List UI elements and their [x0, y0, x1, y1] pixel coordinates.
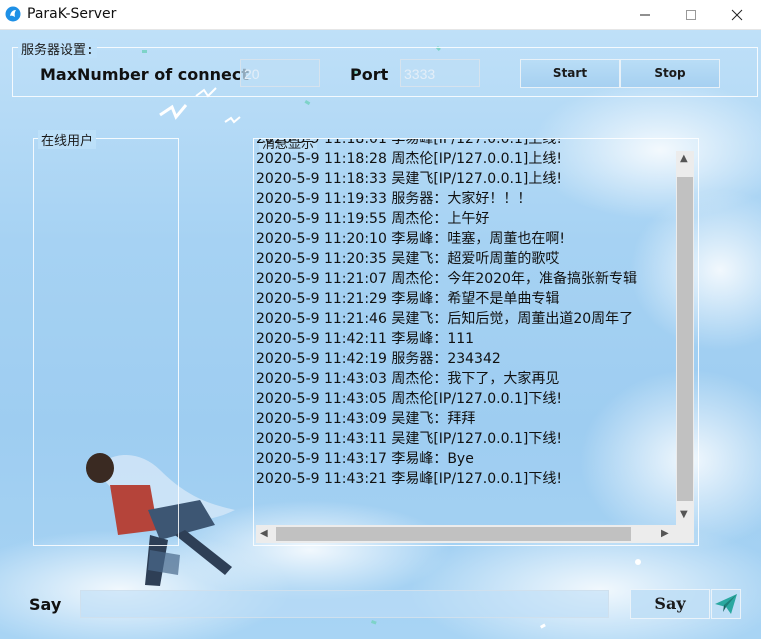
- message-line: 2020-5-9 11:43:21 李易峰[IP/127.0.0.1]下线!: [256, 471, 562, 487]
- message-line: 2020-5-9 11:20:10 李易峰：哇塞，周董也在啊!: [256, 231, 565, 247]
- vertical-scrollbar[interactable]: ▲ ▼: [676, 151, 694, 525]
- port-input[interactable]: 3333: [400, 59, 480, 87]
- message-line: 2020-5-9 11:21:46 吴建飞：后知后觉，周董出道20周年了: [256, 311, 634, 327]
- app-window: ParaK-Server 服务器设置: MaxNumber of connect…: [0, 0, 761, 639]
- client-area: 服务器设置: MaxNumber of connect 20 Port 3333…: [0, 30, 761, 639]
- close-icon: [731, 9, 743, 21]
- scrollbar-corner: [676, 525, 694, 543]
- say-input[interactable]: [80, 590, 609, 618]
- message-line: 2020-5-9 11:19:55 周杰伦：上午好: [256, 211, 490, 227]
- message-line: 2020-5-9 11:43:09 吴建飞：拜拜: [256, 411, 476, 427]
- title-bar[interactable]: ParaK-Server: [0, 0, 761, 30]
- max-connections-label: MaxNumber of connect: [40, 65, 250, 84]
- start-button[interactable]: Start: [520, 59, 620, 88]
- online-users-list[interactable]: 在线用户: [33, 130, 179, 546]
- server-settings-legend: 服务器设置:: [18, 39, 97, 58]
- message-line: 2020-5-9 11:18:28 周杰伦[IP/127.0.0.1]上线!: [256, 151, 562, 167]
- message-line: 2020-5-9 11:42:19 服务器：234342: [256, 351, 501, 367]
- scroll-right-icon[interactable]: ▶: [661, 528, 669, 539]
- window-title: ParaK-Server: [27, 6, 117, 22]
- message-line: 2020-5-9 11:43:17 李易峰：Bye: [256, 451, 474, 467]
- message-line: 2020-5-9 11:21:07 周杰伦：今年2020年，准备搞张新专辑: [256, 271, 637, 287]
- send-button[interactable]: [711, 589, 741, 619]
- message-line: 2020-5-9 11:19:33 服务器：大家好！！！: [256, 191, 532, 207]
- scroll-left-icon[interactable]: ◀: [260, 528, 268, 539]
- say-button[interactable]: Say: [630, 589, 710, 619]
- max-connections-input[interactable]: 20: [240, 59, 320, 87]
- horizontal-scrollbar[interactable]: ◀ ▶: [256, 525, 676, 543]
- online-users-legend: 在线用户: [38, 130, 97, 149]
- app-logo-icon: [5, 6, 21, 22]
- maximize-button[interactable]: [668, 0, 714, 29]
- minimize-button[interactable]: [622, 0, 668, 29]
- horizontal-scroll-thumb[interactable]: [276, 527, 631, 541]
- stop-button[interactable]: Stop: [620, 59, 720, 88]
- scroll-down-icon[interactable]: ▼: [680, 509, 688, 520]
- message-line: 2020-5-9 11:43:03 周杰伦：我下了，大家再见: [256, 371, 560, 387]
- message-line: 2020-5-9 11:43:05 周杰伦[IP/127.0.0.1]下线!: [256, 391, 562, 407]
- paper-plane-icon: [715, 594, 737, 614]
- message-line: 2020-5-9 11:20:35 吴建飞：超爱听周董的歌哎: [256, 251, 560, 267]
- scroll-up-icon[interactable]: ▲: [680, 153, 688, 164]
- close-button[interactable]: [714, 0, 760, 29]
- message-line: 2020-5-9 11:21:29 李易峰：希望不是单曲专辑: [256, 291, 560, 307]
- message-list[interactable]: 2020-5-9 11:18:01 李易峰[IP/127.0.0.1]上线! 20…: [256, 139, 674, 525]
- port-label: Port: [350, 65, 389, 84]
- minimize-icon: [640, 14, 650, 16]
- maximize-icon: [686, 10, 696, 20]
- message-line: 2020-5-9 11:43:11 吴建飞[IP/127.0.0.1]下线!: [256, 431, 562, 447]
- say-label: Say: [29, 595, 62, 614]
- message-line: 2020-5-9 11:42:11 李易峰：111: [256, 331, 475, 347]
- message-display-panel: 消息显示 2020-5-9 11:18:01 李易峰[IP/127.0.0.1]…: [253, 138, 699, 546]
- message-line: 2020-5-9 11:18:33 吴建飞[IP/127.0.0.1]上线!: [256, 171, 562, 187]
- message-line: 2020-5-9 11:18:01 李易峰[IP/127.0.0.1]上线!: [256, 139, 562, 147]
- vertical-scroll-thumb[interactable]: [677, 177, 693, 501]
